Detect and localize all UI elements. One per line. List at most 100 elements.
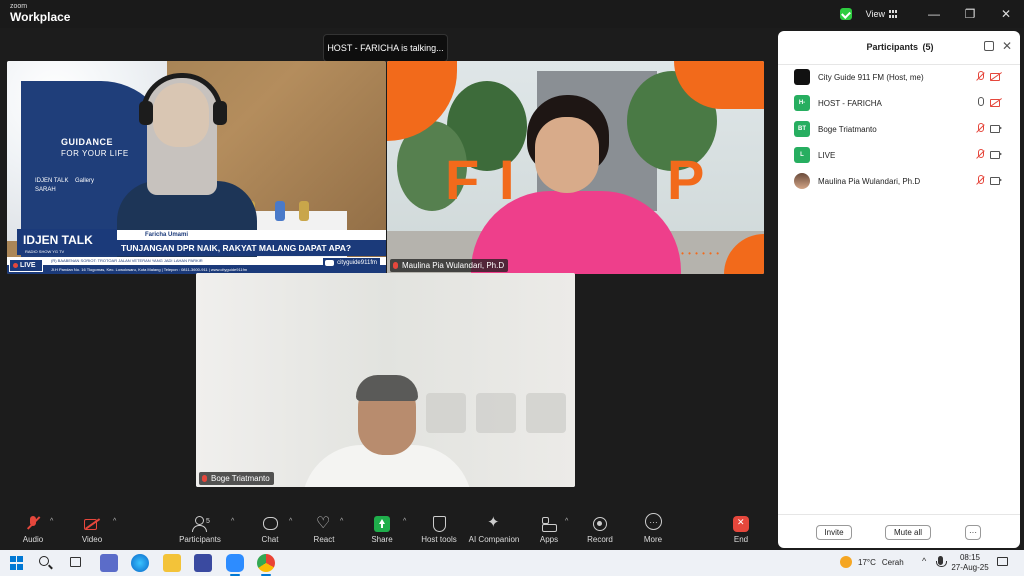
task-view-icon[interactable]: [70, 557, 81, 567]
react-caret-icon[interactable]: ^: [340, 518, 343, 525]
participant-row[interactable]: BT Boge Triatmanto: [794, 120, 1012, 138]
more-options-button[interactable]: ···: [965, 525, 981, 540]
participant-name: Boge Triatmanto: [211, 474, 270, 483]
notification-icon[interactable]: [997, 557, 1008, 566]
show-logo: IDJEN TALK RADIO SHOW YG TV: [17, 229, 117, 255]
chat-icon: [262, 516, 278, 532]
lower-third-headline: TUNJANGAN DPR NAIK, RAKYAT MALANG DAPAT …: [117, 240, 386, 256]
participants-caret-icon[interactable]: ^: [231, 518, 234, 525]
minimize-button[interactable]: —: [916, 0, 952, 28]
end-icon: [733, 516, 749, 532]
participants-label: Participants: [179, 535, 221, 544]
weather-widget[interactable]: 17°C Cerah: [840, 556, 904, 568]
share-label: Share: [371, 535, 393, 544]
audio-button[interactable]: Audio: [3, 516, 63, 552]
background-blur: [526, 393, 566, 433]
record-button[interactable]: Record: [570, 516, 630, 552]
video-label: Video: [81, 535, 103, 544]
file-explorer-icon[interactable]: [100, 554, 118, 572]
mute-all-button[interactable]: Mute all: [885, 525, 931, 540]
participants-badge: 5: [206, 518, 210, 525]
lower-third-host: Faricha Umami: [117, 230, 386, 240]
camera-icon[interactable]: [990, 176, 1002, 186]
audio-caret-icon[interactable]: ^: [50, 518, 53, 525]
record-icon: [592, 516, 608, 532]
camera-off-icon: [84, 516, 100, 532]
avatar: [794, 69, 810, 85]
end-label: End: [733, 535, 749, 544]
camera-icon[interactable]: [990, 150, 1002, 160]
more-icon: [645, 513, 662, 532]
popout-icon[interactable]: [984, 41, 994, 51]
participant-row[interactable]: H- HOST - FARICHA: [794, 94, 1012, 112]
edge-icon[interactable]: [131, 554, 149, 572]
background-blur: [426, 393, 466, 433]
name-tag: Boge Triatmanto: [199, 472, 274, 485]
video-tile-live-broadcast[interactable]: GUIDANCE FOR YOUR LIFE IDJEN TALK Galler…: [7, 61, 386, 274]
restore-button[interactable]: ❐: [952, 0, 988, 28]
mic-muted-icon: [393, 262, 398, 269]
apps-caret-icon[interactable]: ^: [565, 518, 568, 525]
view-button[interactable]: View: [866, 9, 898, 19]
avatar: BT: [794, 121, 810, 137]
more-button[interactable]: More: [623, 513, 683, 552]
participant-row[interactable]: City Guide 911 FM (Host, me): [794, 68, 1012, 86]
system-clock[interactable]: 08:15 27-Aug-25: [950, 553, 990, 574]
avatar: L: [794, 147, 810, 163]
clock-date: 27-Aug-25: [951, 563, 989, 573]
folder-icon[interactable]: [163, 554, 181, 572]
zoom-window: zoom Workplace View — ❐ ✕ HOST - FARICHA…: [0, 0, 1024, 576]
zoom-app-icon[interactable]: [226, 554, 244, 572]
mic-muted-icon[interactable]: [976, 175, 984, 186]
show-name: IDJEN TALK: [23, 233, 93, 247]
participant-row[interactable]: Maulina Pia Wulandari, Ph.D: [794, 172, 1012, 190]
camera-off-icon[interactable]: [990, 72, 1002, 82]
participant-row[interactable]: L LIVE: [794, 146, 1012, 164]
windows-start-icon[interactable]: [10, 556, 24, 570]
avatar: H-: [794, 95, 810, 111]
react-button[interactable]: React: [294, 513, 354, 552]
video-tile-boge[interactable]: Boge Triatmanto: [196, 273, 575, 487]
panel-title-text: Participants: [866, 42, 918, 52]
invite-button[interactable]: Invite: [816, 525, 852, 540]
close-button[interactable]: ✕: [988, 0, 1024, 28]
trophy-icon: [299, 201, 309, 221]
decor-dots: • • • • • •: [681, 249, 720, 258]
tray-chevron-icon[interactable]: ^: [922, 556, 926, 566]
speaker-face: [535, 117, 599, 193]
sparkle-icon: [486, 513, 502, 532]
meeting-toolbar: Audio ^ Video ^ 5 Participants ^ Chat ^ …: [0, 510, 778, 550]
video-caret-icon[interactable]: ^: [113, 518, 116, 525]
camera-icon[interactable]: [990, 124, 1002, 134]
mic-muted-icon[interactable]: [976, 123, 984, 134]
panel-header: Participants (5) ✕: [778, 31, 1020, 65]
background-blur: [476, 393, 516, 433]
sun-icon: [840, 556, 852, 568]
banner-logo: Gallery: [75, 177, 95, 184]
host-tools-button[interactable]: Host tools: [409, 516, 469, 552]
youtube-handle: cityguide911fm: [323, 258, 380, 268]
tray-mic-icon[interactable]: [936, 556, 947, 567]
video-tile-maulina[interactable]: F I P • • • • • • Maulina Pia Wulandari,…: [387, 61, 764, 274]
security-shield-icon[interactable]: [839, 8, 852, 20]
host-tools-label: Host tools: [421, 535, 457, 544]
weather-temp: 17°C: [858, 557, 876, 567]
store-icon[interactable]: [194, 554, 212, 572]
mic-muted-icon[interactable]: [976, 149, 984, 160]
banner-logos: IDJEN TALK Gallery SARAH: [35, 177, 94, 196]
participants-button[interactable]: 5 Participants: [170, 516, 230, 552]
record-label: Record: [587, 535, 613, 544]
live-badge: LIVE: [9, 259, 43, 272]
name-tag: Maulina Pia Wulandari, Ph.D: [390, 259, 509, 272]
chrome-icon[interactable]: [257, 554, 275, 572]
camera-off-icon[interactable]: [990, 98, 1002, 108]
close-panel-icon[interactable]: ✕: [1002, 39, 1012, 53]
ai-companion-button[interactable]: AI Companion: [464, 513, 524, 552]
mic-icon[interactable]: [976, 97, 984, 108]
search-icon[interactable]: [39, 556, 49, 566]
avatar: [794, 173, 810, 189]
share-caret-icon[interactable]: ^: [403, 518, 406, 525]
end-meeting-button[interactable]: End: [711, 516, 771, 552]
mic-muted-icon[interactable]: [976, 71, 984, 82]
chat-caret-icon[interactable]: ^: [289, 518, 292, 525]
